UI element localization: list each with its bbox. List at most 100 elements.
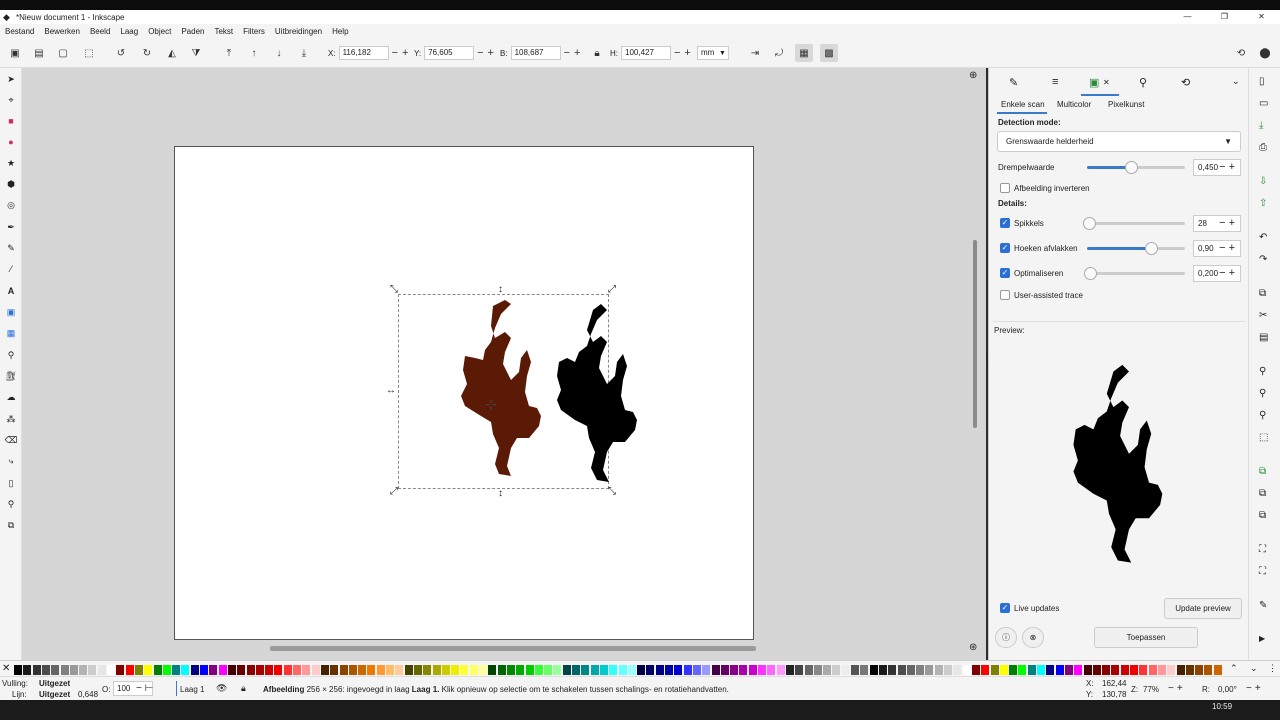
selector-tool-icon[interactable]: ➤ [4,72,18,86]
smooth-corners-input[interactable]: 0,90 −+ [1193,240,1241,257]
export-icon[interactable]: ⇧ [1259,198,1267,209]
color-swatch[interactable] [497,665,506,675]
color-swatch[interactable] [41,665,50,675]
tweak-tool-icon[interactable]: ☁ [4,390,18,404]
mesh-tool-icon[interactable]: ▦ [4,326,18,340]
color-swatch[interactable] [274,665,283,675]
deselect-icon[interactable]: ▢ [54,44,72,62]
color-swatch[interactable] [702,665,711,675]
color-swatch[interactable] [1157,665,1166,675]
print-icon[interactable]: ⎙ [1259,142,1267,153]
layer-visibility-icon[interactable]: 👁︎ [216,683,227,694]
color-swatch[interactable] [1185,665,1194,675]
speckles-stepper[interactable]: −+ [1219,216,1238,231]
color-swatch[interactable] [181,665,190,675]
color-swatch[interactable] [218,665,227,675]
rotation-stepper[interactable]: −+ [1246,683,1264,694]
color-swatch[interactable] [1111,665,1120,675]
color-swatch[interactable] [1064,665,1073,675]
color-swatch[interactable] [516,665,525,675]
flip-vertical-icon[interactable]: ⧩ [187,44,205,62]
color-swatch[interactable] [413,665,422,675]
color-swatch[interactable] [116,665,125,675]
smooth-corners-slider-knob[interactable] [1145,242,1158,255]
color-swatch[interactable] [934,665,943,675]
star-tool-icon[interactable]: ★ [4,156,18,170]
align-tab-icon[interactable]: ≡ [1052,76,1058,88]
tabs-menu-chevron-icon[interactable]: ⌄ [1232,76,1240,87]
live-updates-checkbox[interactable]: ✓ [1000,603,1010,613]
color-swatch[interactable] [404,665,413,675]
color-swatch[interactable] [1046,665,1055,675]
color-swatch[interactable] [190,665,199,675]
color-swatch[interactable] [758,665,766,675]
raise-to-top-icon[interactable]: ⤒ [220,44,238,62]
color-swatch[interactable] [60,665,69,675]
fill-stroke-tab-icon[interactable]: ✎ [1009,76,1018,89]
color-swatch[interactable] [1213,665,1222,675]
color-swatch[interactable] [348,665,357,675]
color-swatch[interactable] [162,665,171,675]
color-swatch[interactable] [32,665,41,675]
color-swatch[interactable] [1027,665,1036,675]
color-swatch[interactable] [209,665,218,675]
color-swatch[interactable] [953,665,962,675]
color-swatch[interactable] [311,665,320,675]
color-swatch[interactable] [1148,665,1157,675]
color-swatch[interactable] [581,665,590,675]
close-icon[interactable]: ✕ [1243,10,1280,24]
smooth-corners-checkbox[interactable]: ✓ [1000,243,1010,253]
width-stepper[interactable]: −+ [564,47,585,59]
color-swatch[interactable] [479,665,487,675]
color-swatch[interactable] [1195,665,1204,675]
optimize-stepper[interactable]: −+ [1219,266,1238,281]
color-swatch[interactable] [320,665,329,675]
gradient-tool-icon[interactable]: ▣ [4,305,18,319]
clone-icon[interactable]: ⧉ [1259,488,1266,499]
rotate-handle-icon[interactable]: ⤢ [608,284,616,295]
3d-box-tool-icon[interactable]: ⬢ [4,177,18,191]
speckles-input[interactable]: 28 −+ [1193,215,1241,232]
smooth-corners-slider[interactable] [1087,242,1185,255]
menu-laag[interactable]: Laag [115,27,143,36]
color-swatch[interactable] [888,665,897,675]
color-swatch[interactable] [1009,665,1018,675]
bitmap-silhouette[interactable] [455,298,550,488]
color-swatch[interactable] [395,665,404,675]
snap-icon[interactable]: ⟲ [1232,44,1250,62]
zoom-page-icon[interactable]: ⊕ [969,70,977,81]
update-preview-button[interactable]: Update preview [1164,598,1242,619]
color-swatch[interactable] [293,665,301,675]
threshold-input[interactable]: 0,450 −+ [1193,159,1241,176]
color-swatch[interactable] [283,665,292,675]
unit-select[interactable]: mm ▼ [697,46,729,60]
color-swatch[interactable] [739,665,748,675]
color-swatch[interactable] [720,665,729,675]
color-swatch[interactable] [906,665,915,675]
color-swatch[interactable] [665,665,673,675]
rotation-value[interactable]: 0,00° [1218,685,1237,694]
tab-multicolor[interactable]: Multicolor [1057,100,1091,109]
color-swatch[interactable] [562,665,571,675]
color-swatch[interactable] [981,665,990,675]
color-swatch[interactable] [107,665,115,675]
color-swatch[interactable] [330,665,339,675]
zoom-stepper[interactable]: −+ [1168,683,1186,694]
cut-icon[interactable]: ✂ [1259,310,1267,321]
optimize-slider[interactable] [1084,267,1185,280]
text-tool-icon[interactable]: A [4,284,18,298]
color-swatch[interactable] [386,665,394,675]
color-swatch[interactable] [590,665,599,675]
maximize-icon[interactable]: ❐ [1206,10,1243,24]
color-swatch[interactable] [971,665,980,675]
color-swatch[interactable] [655,665,664,675]
transform-gradients-icon[interactable]: ▦ [795,44,813,62]
height-stepper[interactable]: −+ [674,47,695,59]
menu-bewerken[interactable]: Bewerken [39,27,85,36]
stroke-width[interactable]: 0,648 [78,690,98,699]
color-swatch[interactable] [1167,665,1176,675]
color-swatch[interactable] [692,665,701,675]
color-swatch[interactable] [999,665,1008,675]
color-swatch[interactable] [1092,665,1101,675]
palette-up-icon[interactable]: ⌃ [1230,663,1238,674]
